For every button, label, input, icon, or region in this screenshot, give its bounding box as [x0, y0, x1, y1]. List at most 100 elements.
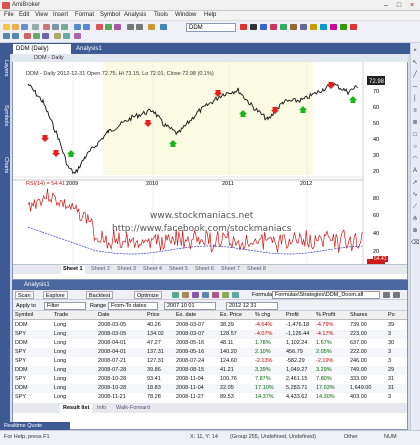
tab-ddm-daily[interactable]: DDM (Daily): [13, 44, 71, 54]
scan-button[interactable]: Scan: [15, 291, 34, 299]
menu-view[interactable]: View: [35, 12, 48, 18]
cursor-icon[interactable]: [250, 24, 257, 30]
arc-tool-icon[interactable]: ◠: [411, 156, 419, 162]
arc-icon[interactable]: [330, 24, 337, 30]
menu-file[interactable]: File: [4, 12, 14, 18]
table-row[interactable]: [13, 375, 407, 384]
table-row[interactable]: [13, 393, 407, 402]
table-row[interactable]: [13, 348, 407, 357]
interval-monthly-icon[interactable]: [42, 33, 49, 39]
col-header-ex-price[interactable]: Ex. Price: [220, 312, 242, 318]
filter-icon[interactable]: [192, 292, 199, 298]
crosshair-icon[interactable]: [54, 33, 61, 39]
print-icon[interactable]: [32, 24, 39, 30]
text-tool-icon[interactable]: A: [411, 168, 419, 174]
gann-tool-icon[interactable]: ⟋: [411, 204, 419, 210]
sheet-tab-7[interactable]: Sheet 7: [219, 265, 242, 274]
sort-icon[interactable]: [182, 292, 189, 298]
optimize-button[interactable]: Optimize: [134, 291, 162, 299]
menu-edit[interactable]: Edit: [19, 12, 29, 18]
stop-icon[interactable]: [12, 33, 19, 39]
arrow-tool-icon[interactable]: ➚: [411, 180, 419, 186]
pitchfork-tool-icon[interactable]: ⋔: [411, 216, 419, 222]
menu-analysis[interactable]: Analysis: [124, 12, 146, 18]
table-row[interactable]: [13, 330, 407, 339]
col-header-profit[interactable]: Profit: [286, 312, 299, 318]
settings-icon[interactable]: [202, 292, 209, 298]
chart-icon[interactable]: [96, 24, 103, 30]
export-icon[interactable]: [172, 292, 179, 298]
col-header-price[interactable]: Price: [147, 312, 160, 318]
explore-button[interactable]: Explore: [43, 291, 68, 299]
sheet-tab-1[interactable]: Sheet 1: [61, 265, 85, 274]
minimize-icon[interactable]: –: [380, 1, 392, 10]
col-header-po[interactable]: Po: [388, 312, 395, 318]
rect-tool-icon[interactable]: □: [411, 132, 419, 138]
delete-tool-icon[interactable]: ⌫: [411, 240, 419, 246]
tab-walk-forward[interactable]: Walk-Forward: [113, 404, 153, 413]
backtest-button[interactable]: Backtest: [86, 291, 114, 299]
menu-window[interactable]: Window: [175, 12, 196, 18]
vertical-line-icon[interactable]: │: [411, 96, 419, 102]
formula-path-field[interactable]: Formulas\Strategies\DDM_Doom.afl: [272, 291, 380, 299]
zoom-out-icon[interactable]: [136, 24, 143, 30]
browse-icon[interactable]: [383, 292, 390, 298]
sheet-tab-5[interactable]: Sheet 5: [167, 265, 190, 274]
channel-icon[interactable]: [280, 24, 287, 30]
bar-chart-icon[interactable]: [105, 24, 112, 30]
cycle-tool-icon[interactable]: ∿: [411, 192, 419, 198]
ellipse-tool-icon[interactable]: ○: [411, 144, 419, 150]
realtime-quote-tab[interactable]: Realtime Quote: [0, 422, 70, 430]
edit-formula-icon[interactable]: [393, 292, 400, 298]
range-select[interactable]: From-To dates: [108, 302, 158, 310]
menu-tools[interactable]: Tools: [154, 12, 168, 18]
save-icon[interactable]: [21, 24, 28, 30]
table-row[interactable]: [13, 321, 407, 330]
table-row[interactable]: [13, 366, 407, 375]
line-chart-icon[interactable]: [114, 24, 121, 30]
sheet-tab-2[interactable]: Sheet 2: [89, 265, 112, 274]
menu-help[interactable]: Help: [204, 12, 216, 18]
col-header-trade[interactable]: Trade: [54, 312, 68, 318]
walkforward-icon[interactable]: [232, 292, 239, 298]
rectangle-icon[interactable]: [310, 24, 317, 30]
chart-result-icon[interactable]: [222, 292, 229, 298]
table-row[interactable]: [13, 357, 407, 366]
line-tool-icon[interactable]: ╱: [411, 72, 419, 78]
fibonacci-icon[interactable]: [290, 24, 297, 30]
tab-info[interactable]: Info: [94, 404, 109, 413]
table-row[interactable]: [13, 384, 407, 393]
col-header-profit[interactable]: % Profit: [316, 312, 335, 318]
ray-icon[interactable]: [270, 24, 277, 30]
tab-symbols[interactable]: Symbols: [1, 92, 9, 140]
close-icon[interactable]: ×: [406, 1, 418, 10]
from-date-field[interactable]: 2007 10 01: [164, 302, 216, 310]
tab-charts[interactable]: Charts: [1, 145, 9, 185]
open-icon[interactable]: [12, 24, 19, 30]
delete-drawing-icon[interactable]: [350, 24, 357, 30]
zoom-tool-icon[interactable]: ⊕: [411, 228, 419, 234]
tab-layers[interactable]: Layers: [1, 48, 9, 88]
arrow-icon[interactable]: [240, 24, 247, 30]
new-icon[interactable]: [3, 24, 10, 30]
cut-icon[interactable]: [43, 24, 50, 30]
col-header-symbol[interactable]: Symbol: [15, 312, 33, 318]
redo-icon[interactable]: [83, 24, 90, 30]
ellipse-icon[interactable]: [320, 24, 327, 30]
undo-icon[interactable]: [74, 24, 81, 30]
table-row[interactable]: [13, 339, 407, 348]
sheet-tab-8[interactable]: Sheet 8: [245, 265, 268, 274]
symbol-combo[interactable]: DDM: [186, 23, 236, 32]
interval-weekly-icon[interactable]: [33, 33, 40, 39]
window-icon[interactable]: [160, 24, 167, 30]
quote-icon[interactable]: [63, 33, 70, 39]
col-header-shares[interactable]: Shares: [350, 312, 367, 318]
tab-result-list[interactable]: Result list: [60, 404, 93, 413]
report-icon[interactable]: [212, 292, 219, 298]
interval-daily-icon[interactable]: [24, 33, 31, 39]
col-header-date[interactable]: Date: [98, 312, 110, 318]
trendline-icon[interactable]: [260, 24, 267, 30]
col-header-ex-date[interactable]: Ex. date: [176, 312, 196, 318]
paste-icon[interactable]: [61, 24, 68, 30]
copy-icon[interactable]: [52, 24, 59, 30]
